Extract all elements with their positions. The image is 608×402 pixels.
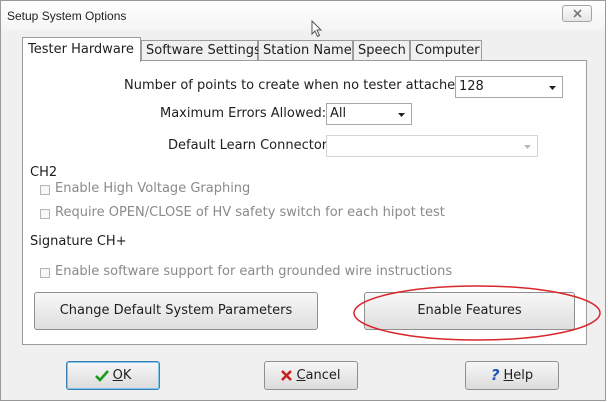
window-title: Setup System Options: [7, 9, 127, 23]
mouse-cursor-icon: [311, 20, 323, 38]
learn-connector-label: Default Learn Connector:: [168, 138, 332, 153]
hv-switch-checkbox[interactable]: [40, 209, 50, 219]
hv-graphing-checkbox[interactable]: [40, 185, 50, 195]
help-label-rest: elp: [513, 368, 534, 383]
ok-accel: O: [112, 368, 123, 383]
earth-ground-checkbox[interactable]: [40, 268, 50, 278]
ok-button[interactable]: OK: [66, 361, 160, 390]
learn-connector-select[interactable]: [326, 135, 538, 157]
checkmark-icon: [94, 369, 109, 382]
enable-features-button[interactable]: Enable Features: [364, 292, 575, 330]
close-icon: [573, 9, 582, 18]
signature-heading: Signature CH+: [30, 234, 127, 249]
setup-system-options-dialog: Setup System Options Tester Hardware Sof…: [0, 0, 606, 401]
tab-speech[interactable]: Speech: [353, 40, 410, 61]
close-button[interactable]: [562, 5, 592, 22]
tab-computer[interactable]: Computer: [410, 40, 482, 61]
ok-label-rest: K: [122, 368, 132, 383]
x-mark-icon: [281, 370, 293, 381]
cancel-accel: C: [296, 368, 306, 383]
dropdown-arrow-icon: [524, 145, 531, 149]
max-errors-label: Maximum Errors Allowed:: [160, 106, 327, 121]
max-errors-select-value: All: [330, 106, 347, 121]
points-select[interactable]: 128: [455, 76, 563, 98]
tester-hardware-panel: Number of points to create when no teste…: [22, 60, 587, 345]
points-select-value: 128: [459, 79, 484, 94]
max-errors-select[interactable]: All: [326, 103, 412, 125]
dropdown-arrow-icon: [398, 113, 405, 117]
question-mark-icon: ?: [490, 366, 500, 384]
help-button[interactable]: ? Help: [465, 361, 559, 390]
cancel-label-rest: ancel: [305, 368, 341, 383]
change-default-system-parameters-button[interactable]: Change Default System Parameters: [34, 292, 318, 330]
dropdown-arrow-icon: [549, 86, 556, 90]
title-bar: Setup System Options: [1, 1, 605, 38]
cancel-button[interactable]: Cancel: [264, 361, 358, 390]
ch2-heading: CH2: [30, 165, 58, 180]
hv-graphing-label: Enable High Voltage Graphing: [55, 181, 251, 196]
tab-tester-hardware[interactable]: Tester Hardware: [22, 37, 141, 62]
tab-station-name[interactable]: Station Name: [258, 40, 353, 61]
hv-switch-label: Require OPEN/CLOSE of HV safety switch f…: [55, 205, 445, 220]
points-label: Number of points to create when no teste…: [124, 78, 468, 93]
tab-software-settings[interactable]: Software Settings: [141, 40, 261, 61]
help-accel: H: [503, 368, 514, 383]
earth-ground-label: Enable software support for earth ground…: [55, 264, 453, 279]
